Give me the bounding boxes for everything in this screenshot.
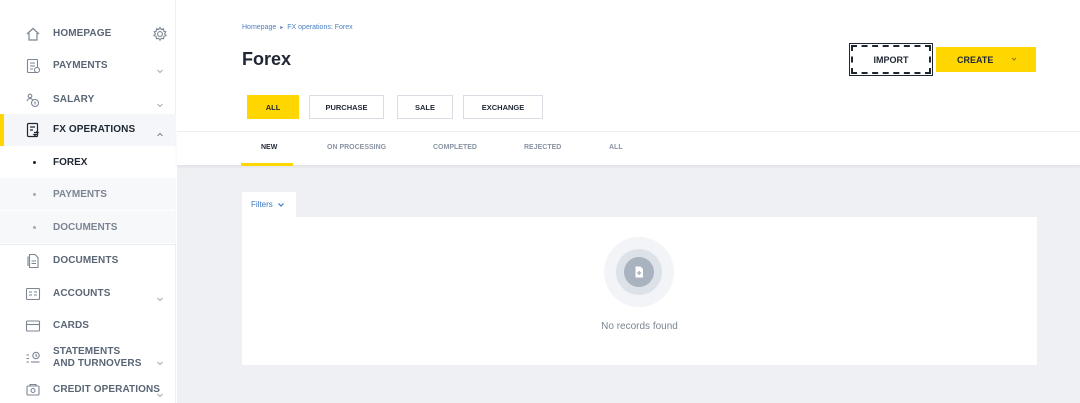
sidebar-item-label: PAYMENTS xyxy=(53,60,108,71)
chevron-down-icon xyxy=(156,96,164,108)
sidebar-item-label: DOCUMENTS xyxy=(53,255,119,266)
tab-completed[interactable]: COMPLETED xyxy=(433,144,477,151)
page-title: Forex xyxy=(242,49,292,69)
empty-document-icon xyxy=(604,237,674,307)
bullet-icon xyxy=(33,225,36,229)
sidebar-subitem-documents[interactable]: DOCUMENTS xyxy=(0,211,176,243)
create-button-label: CREATE xyxy=(957,54,994,65)
status-tabs: NEW ON PROCESSING COMPLETED REJECTED ALL xyxy=(177,131,1080,166)
active-tab-indicator xyxy=(241,163,293,166)
home-icon xyxy=(25,26,41,42)
sidebar-item-label: CARDS xyxy=(53,320,90,331)
tab-rejected[interactable]: REJECTED xyxy=(524,144,561,151)
sidebar-item-payments[interactable]: PAYMENTS xyxy=(0,54,176,78)
chevron-down-icon xyxy=(156,354,164,366)
bullet-icon xyxy=(33,160,36,164)
sidebar-item-label: STATEMENTS AND TURNOVERS xyxy=(53,346,142,369)
segment-all[interactable]: ALL xyxy=(247,95,299,119)
chevron-up-icon xyxy=(156,126,164,137)
create-button[interactable]: CREATE xyxy=(936,47,1036,72)
fx-icon xyxy=(25,122,41,138)
records-panel: No records found xyxy=(242,217,1037,365)
accounts-icon xyxy=(25,286,41,302)
sidebar-subitem-label: DOCUMENTS xyxy=(53,221,118,233)
sidebar-item-label: ACCOUNTS xyxy=(53,288,111,299)
statements-icon xyxy=(25,350,41,366)
tab-new[interactable]: NEW xyxy=(261,144,277,151)
sidebar-item-homepage[interactable]: HOMEPAGE xyxy=(0,22,176,46)
sidebar-item-label: CREDIT OPERATIONS xyxy=(53,384,161,395)
chevron-down-icon xyxy=(277,202,284,207)
breadcrumb-separator-icon: ▸ xyxy=(280,25,284,31)
chevron-down-icon xyxy=(156,62,164,74)
sidebar-item-label: HOMEPAGE xyxy=(53,28,112,39)
filters-label: Filters xyxy=(251,200,273,209)
chevron-down-icon xyxy=(156,386,164,398)
sidebar-subitem-label: PAYMENTS xyxy=(53,188,107,200)
segment-exchange[interactable]: EXCHANGE xyxy=(463,95,543,119)
tab-all[interactable]: ALL xyxy=(609,144,623,151)
cards-icon xyxy=(25,318,41,334)
page-header: Homepage ▸ FX operations: Forex Forex IM… xyxy=(177,0,1080,131)
salary-icon xyxy=(25,92,41,108)
segment-purchase[interactable]: PURCHASE xyxy=(309,95,384,119)
sidebar: HOMEPAGE PAYMENTS SALARY FX OPERATIONS F… xyxy=(0,0,176,403)
credit-icon xyxy=(25,382,41,398)
chevron-down-icon xyxy=(156,290,164,302)
sidebar-item-cards[interactable]: CARDS xyxy=(0,314,176,338)
breadcrumb-home-link[interactable]: Homepage xyxy=(242,24,276,31)
sidebar-item-credit-operations[interactable]: CREDIT OPERATIONS xyxy=(0,380,176,400)
sidebar-item-accounts[interactable]: ACCOUNTS xyxy=(0,282,176,306)
payments-icon xyxy=(25,58,41,74)
sidebar-item-statements[interactable]: STATEMENTS AND TURNOVERS xyxy=(0,343,176,373)
sidebar-subitem-payments[interactable]: PAYMENTS xyxy=(0,178,176,210)
filters-toggle[interactable]: Filters xyxy=(242,192,296,217)
breadcrumb-current: FX operations: Forex xyxy=(287,24,353,31)
bullet-icon xyxy=(33,192,36,196)
sidebar-subitem-forex[interactable]: FOREX xyxy=(0,146,176,178)
empty-state-text: No records found xyxy=(601,321,678,332)
tab-on-processing[interactable]: ON PROCESSING xyxy=(327,144,386,151)
sidebar-item-documents[interactable]: DOCUMENTS xyxy=(0,249,176,273)
chevron-down-icon[interactable] xyxy=(1010,55,1018,63)
segment-sale[interactable]: SALE xyxy=(397,95,453,119)
breadcrumb: Homepage ▸ FX operations: Forex xyxy=(242,24,353,31)
documents-icon xyxy=(25,253,41,269)
sidebar-divider xyxy=(0,244,176,245)
main-content: Homepage ▸ FX operations: Forex Forex IM… xyxy=(177,0,1080,403)
sidebar-item-label: FX OPERATIONS xyxy=(53,124,136,135)
sidebar-item-fx-operations[interactable]: FX OPERATIONS xyxy=(0,114,176,146)
import-button[interactable]: IMPORT xyxy=(849,43,933,76)
sidebar-item-salary[interactable]: SALARY xyxy=(0,88,176,112)
sidebar-item-label: SALARY xyxy=(53,94,95,105)
gear-icon[interactable] xyxy=(152,26,168,42)
sidebar-subitem-label: FOREX xyxy=(53,156,88,168)
